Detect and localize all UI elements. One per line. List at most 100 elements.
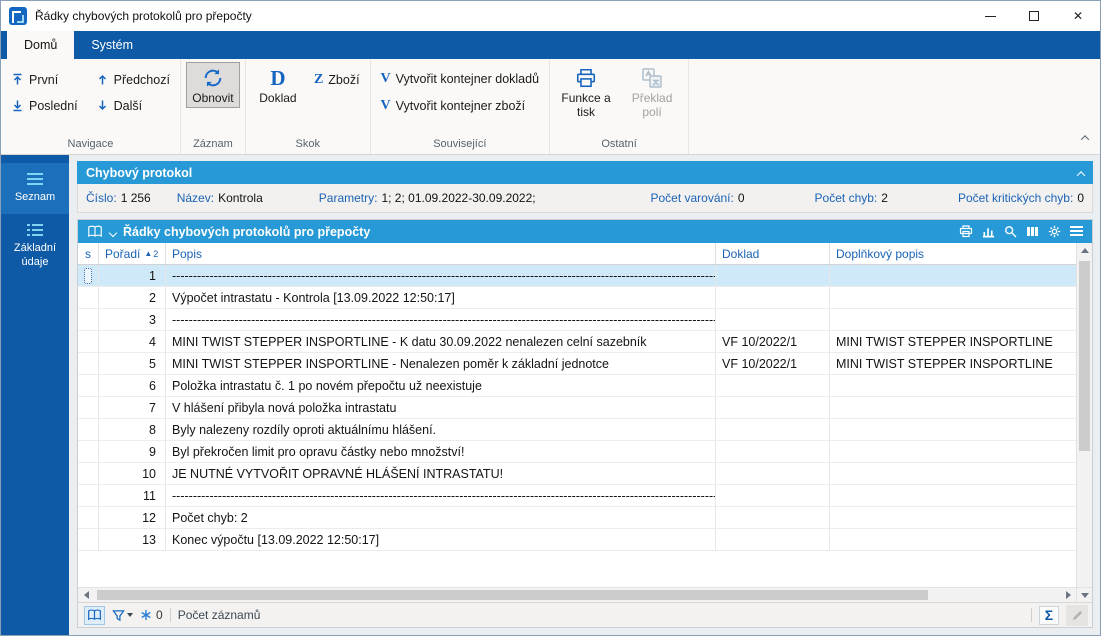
scroll-right-button[interactable] bbox=[1060, 588, 1076, 603]
table-row[interactable]: 6 Položka intrastatu č. 1 po novém přepo… bbox=[78, 375, 1076, 397]
last-record-button[interactable]: Poslední bbox=[6, 95, 83, 116]
tab-domu[interactable]: Domů bbox=[7, 31, 74, 59]
field-pocet-chyb: Počet chyb: 2 bbox=[815, 191, 888, 205]
translate-icon bbox=[641, 67, 663, 89]
status-bar: 0 Počet záznamů Σ bbox=[78, 602, 1092, 627]
filter-button[interactable] bbox=[112, 606, 133, 625]
chevron-up-icon bbox=[1077, 171, 1085, 179]
columns-icon[interactable] bbox=[1026, 225, 1039, 238]
maximize-icon bbox=[1029, 11, 1039, 21]
minimize-button[interactable] bbox=[968, 1, 1012, 31]
column-header-doplnkovy-popis[interactable]: Doplňkový popis bbox=[830, 243, 1076, 264]
records-count-button[interactable]: Počet záznamů bbox=[178, 608, 261, 622]
sidebar-item-seznam[interactable]: Seznam bbox=[1, 163, 69, 214]
group-label-ostatni: Ostatní bbox=[555, 137, 683, 153]
main-area: Chybový protokol Číslo: 1 256 Název: Kon… bbox=[69, 155, 1100, 635]
focus-cell bbox=[84, 268, 92, 284]
create-document-container-button[interactable]: V Vytvořit kontejner dokladů bbox=[376, 68, 545, 89]
create-goods-container-button[interactable]: V Vytvořit kontejner zboží bbox=[376, 95, 545, 116]
chevron-down-icon bbox=[109, 228, 117, 236]
tab-system[interactable]: Systém bbox=[74, 31, 150, 59]
column-header-s[interactable]: s bbox=[78, 243, 99, 264]
ribbon-group-zaznam: Obnovit Záznam bbox=[181, 59, 246, 154]
previous-record-button[interactable]: Předchozí bbox=[91, 69, 175, 90]
column-header-popis[interactable]: Popis bbox=[166, 243, 716, 264]
letter-v-icon: V bbox=[381, 72, 391, 86]
table-row[interactable]: 2 Výpočet intrastatu - Kontrola [13.09.2… bbox=[78, 287, 1076, 309]
grid-hamburger-menu[interactable] bbox=[1070, 226, 1083, 238]
table-row[interactable]: 11 -------------------------------------… bbox=[78, 485, 1076, 507]
table-row[interactable]: 1 --------------------------------------… bbox=[78, 265, 1076, 287]
next-record-button[interactable]: Další bbox=[91, 95, 175, 116]
group-label-zaznam: Záznam bbox=[189, 137, 237, 153]
table-row[interactable]: 4 MINI TWIST STEPPER INSPORTLINE - K dat… bbox=[78, 331, 1076, 353]
grid-column-headers: s Pořadí ▲ 2 Popis Doklad Doplňkový popi… bbox=[78, 243, 1076, 265]
grid-panel-header: Řádky chybových protokolů pro přepočty bbox=[78, 220, 1092, 243]
translate-fields-button: Překlad polí bbox=[621, 62, 683, 122]
protocol-panel: Chybový protokol Číslo: 1 256 Název: Kon… bbox=[77, 161, 1093, 213]
table-row[interactable]: 9 Byl překročen limit pro opravu částky … bbox=[78, 441, 1076, 463]
table-row[interactable]: 3 --------------------------------------… bbox=[78, 309, 1076, 331]
horizontal-scrollbar[interactable] bbox=[78, 587, 1092, 602]
close-button[interactable]: ✕ bbox=[1056, 1, 1100, 31]
document-jump-button[interactable]: D Doklad bbox=[251, 62, 305, 108]
search-icon[interactable] bbox=[1004, 225, 1017, 238]
vertical-scrollbar[interactable] bbox=[1076, 243, 1092, 587]
sidebar: Seznam Základní údaje bbox=[1, 155, 69, 635]
frozen-filter-count: 0 bbox=[140, 608, 163, 622]
functions-print-button[interactable]: Funkce a tisk bbox=[555, 62, 617, 122]
table-row[interactable]: 12 Počet chyb: 2 bbox=[78, 507, 1076, 529]
column-header-doklad[interactable]: Doklad bbox=[716, 243, 830, 264]
chevron-up-icon bbox=[1081, 135, 1089, 143]
scroll-up-button[interactable] bbox=[1077, 243, 1093, 258]
arrow-up-icon bbox=[96, 73, 109, 86]
grid-menu-dropdown[interactable] bbox=[110, 223, 116, 241]
first-record-button[interactable]: První bbox=[6, 69, 83, 90]
ribbon-group-navigace: První Poslední Předchozí Další bbox=[1, 59, 181, 154]
sum-button[interactable]: Σ bbox=[1039, 606, 1059, 625]
field-pocet-varovani: Počet varování: 0 bbox=[650, 191, 744, 205]
field-cislo: Číslo: 1 256 bbox=[86, 191, 151, 205]
field-parametry: Parametry: 1; 2; 01.09.2022-30.09.2022; bbox=[319, 191, 536, 205]
separator bbox=[170, 608, 171, 622]
arrow-up-bar-icon bbox=[11, 73, 24, 86]
column-header-poradi[interactable]: Pořadí ▲ 2 bbox=[99, 243, 166, 264]
scroll-down-button[interactable] bbox=[1076, 588, 1092, 602]
maximize-button[interactable] bbox=[1012, 1, 1056, 31]
field-nazev: Název: Kontrola bbox=[177, 191, 263, 205]
chart-icon[interactable] bbox=[982, 225, 995, 238]
funnel-icon bbox=[112, 609, 125, 622]
goods-jump-button[interactable]: Z Zboží bbox=[309, 69, 365, 90]
print-icon[interactable] bbox=[959, 225, 973, 238]
refresh-button[interactable]: Obnovit bbox=[186, 62, 240, 108]
edit-button bbox=[1066, 605, 1088, 626]
letter-z-icon: Z bbox=[314, 73, 323, 87]
vertical-scroll-thumb[interactable] bbox=[1079, 261, 1090, 451]
protocol-panel-header: Chybový protokol bbox=[77, 161, 1093, 184]
ribbon-collapse-button[interactable] bbox=[1082, 128, 1088, 146]
window-title: Řádky chybových protokolů pro přepočty bbox=[35, 9, 252, 23]
scroll-left-button[interactable] bbox=[78, 588, 94, 603]
sidebar-item-zakladni-udaje[interactable]: Základní údaje bbox=[1, 214, 69, 279]
book-search-icon[interactable] bbox=[87, 225, 103, 238]
triangle-left-icon bbox=[84, 591, 89, 599]
gear-icon[interactable] bbox=[1048, 225, 1061, 238]
field-pocet-kritickych-chyb: Počet kritických chyb: 0 bbox=[958, 191, 1084, 205]
table-row[interactable]: 5 MINI TWIST STEPPER INSPORTLINE - Nenal… bbox=[78, 353, 1076, 375]
ribbon: První Poslední Předchozí Další bbox=[1, 59, 1100, 155]
grid-rows: 1 --------------------------------------… bbox=[78, 265, 1076, 587]
letter-d-icon: D bbox=[270, 67, 285, 89]
protocol-collapse-button[interactable] bbox=[1078, 164, 1084, 182]
protocol-title: Chybový protokol bbox=[86, 166, 192, 180]
horizontal-scroll-thumb[interactable] bbox=[97, 590, 928, 600]
printer-icon bbox=[575, 67, 597, 89]
detail-view-toggle[interactable] bbox=[84, 606, 105, 625]
sort-ascending-icon: ▲ bbox=[144, 249, 152, 258]
table-row[interactable]: 13 Konec výpočtu [13.09.2022 12:50:17] bbox=[78, 529, 1076, 551]
table-row[interactable]: 7 V hlášení přibyla nová položka intrast… bbox=[78, 397, 1076, 419]
table-row[interactable]: 10 JE NUTNÉ VYTVOŘIT OPRAVNÉ HLÁŠENÍ INT… bbox=[78, 463, 1076, 485]
table-row[interactable]: 8 Byly nalezeny rozdíly oproti aktuálním… bbox=[78, 419, 1076, 441]
letter-v-icon: V bbox=[381, 99, 391, 113]
minimize-icon bbox=[985, 16, 996, 17]
triangle-down-icon bbox=[1081, 593, 1089, 598]
